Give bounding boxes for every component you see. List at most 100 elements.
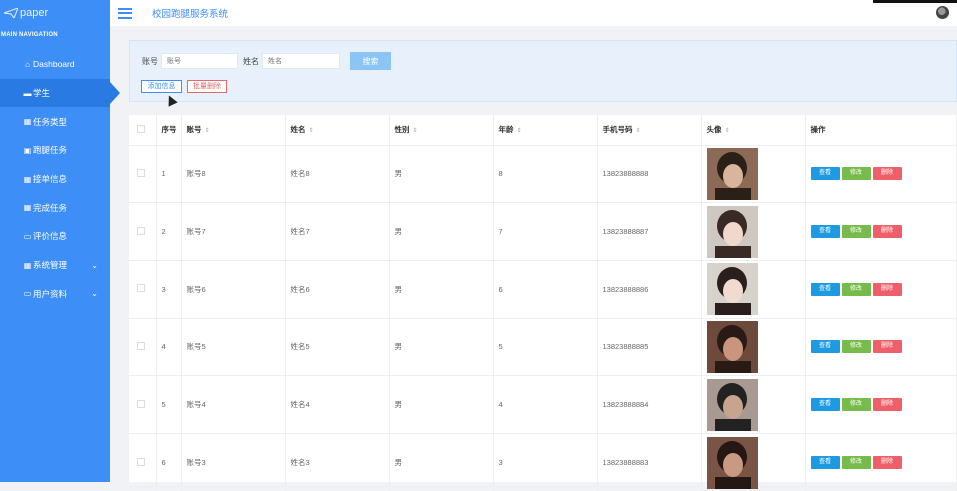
sidebar-item[interactable]: ⌂ Dashboard [0,50,110,79]
delete-button[interactable]: 删除 [872,225,902,239]
checkbox-cell [129,202,157,261]
sort-icon: ⇕ [308,128,314,135]
account-search-input[interactable] [161,53,238,69]
row-checkbox[interactable] [137,341,145,350]
sidebar-item[interactable]: ▦ 任务类型 [0,107,110,136]
add-button[interactable]: 添加信息 [141,80,182,93]
house-icon: ⌂ [25,59,30,69]
sidebar-item-label: 完成任务 [33,202,68,213]
checkbox-cell [129,144,157,203]
row-checkbox[interactable] [137,168,145,177]
cell-actions: 查看 修改 删除 [805,317,957,376]
name-search-input[interactable] [262,53,340,69]
view-button[interactable]: 查看 [810,340,840,354]
row-checkbox[interactable] [137,284,145,293]
cell-age: 4 [493,375,598,434]
checkbox-cell [129,259,157,319]
cell-account: 账号6 [181,259,286,319]
sidebar-item[interactable]: ▭ 评价信息 [0,222,110,251]
table-row: 4 账号5 姓名5 男 5 13823888885 查看 修改 删除 [129,317,957,376]
view-button[interactable]: 查看 [810,282,840,296]
edit-button[interactable]: 修改 [841,225,871,239]
grid-icon: ▦ [23,203,32,213]
view-button[interactable]: 查看 [810,456,840,470]
view-button[interactable]: 查看 [810,167,840,181]
table-row: 1 账号8 姓名8 男 8 13823888888 查看 修改 删除 [129,144,957,203]
grid-icon: ▦ [23,117,32,127]
grid-icon: ▦ [23,260,32,270]
cell-index: 3 [156,259,182,319]
delete-button[interactable]: 删除 [872,167,902,181]
avatar-photo [706,378,758,431]
search-button[interactable]: 搜索 [350,52,391,70]
cell-actions: 查看 修改 删除 [805,375,957,434]
col-header-sortable[interactable]: 账号 ⇕ [181,115,286,145]
sort-icon: ⇕ [724,128,730,135]
logo[interactable]: paper [0,0,110,26]
chevron-down-icon: ⌄ [91,289,98,299]
delete-button[interactable]: 删除 [872,282,902,296]
sidebar-item[interactable]: ▦ 系统管理 ⌄ [0,251,110,280]
sidebar-item[interactable]: ▦ 接单信息 [0,165,110,194]
cell-index: 1 [156,144,182,203]
cell-avatar [701,375,806,434]
cell-actions: 查看 修改 删除 [805,202,957,261]
cell-avatar [701,259,806,319]
sidebar-item[interactable]: ▬ 学生 [0,78,120,108]
col-header-sortable[interactable]: 年龄 ⇕ [493,115,598,145]
user-avatar[interactable] [936,6,949,19]
sidebar-item-label: 系统管理 [33,260,68,271]
monitor-icon: ▬ [23,88,32,98]
cell-phone: 13823888884 [597,375,702,434]
cell-phone: 13823888885 [597,317,702,376]
sort-icon: ⇕ [412,128,418,135]
col-header-sortable[interactable]: 头像 ⇕ [701,115,806,145]
cell-avatar [701,432,806,491]
folder-icon: ▭ [23,289,32,299]
nav-list: ⌂ Dashboard ▬ 学生 ▦ 任务类型 ▣ 跑腿任务 ▦ 接单信息 ▦ 完成任务 ▭ 评价信息 ▦ 系… [0,50,120,309]
avatar-photo [706,147,758,200]
delete-button[interactable]: 删除 [872,340,902,354]
cell-gender: 男 [389,432,494,491]
checkbox-cell [129,375,157,434]
view-button[interactable]: 查看 [810,225,840,239]
cell-phone: 13823888887 [597,202,702,261]
paper-plane-icon [4,8,18,18]
sidebar-item[interactable]: ▦ 完成任务 [0,193,110,222]
edit-button[interactable]: 修改 [841,398,871,412]
sidebar-item-label: 评价信息 [33,231,68,242]
avatar-photo [706,436,758,489]
sidebar-item[interactable]: ▣ 跑腿任务 [0,136,110,165]
edit-button[interactable]: 修改 [841,340,871,354]
edit-button[interactable]: 修改 [841,167,871,181]
name-label: 姓名 [243,57,259,66]
select-all-checkbox[interactable] [137,124,145,133]
sidebar-item[interactable]: ▭ 用户资料 ⌄ [0,280,110,309]
cell-account: 账号4 [181,375,286,434]
cell-actions: 查看 修改 删除 [805,259,957,319]
batch-delete-button[interactable]: 批量删除 [187,80,227,93]
row-checkbox[interactable] [137,399,145,408]
sidebar-item-label: 跑腿任务 [33,145,68,156]
row-checkbox[interactable] [137,457,145,466]
row-checkbox[interactable] [137,226,145,235]
nav-heading: MAIN NAVIGATION [1,32,58,38]
edit-button[interactable]: 修改 [841,456,871,470]
edit-button[interactable]: 修改 [841,282,871,296]
cell-gender: 男 [389,317,494,376]
cell-age: 7 [493,202,598,261]
top-bar: 校园跑腿服务系统 [110,0,957,26]
cell-index: 6 [156,432,182,491]
sort-icon: ⇕ [635,128,641,135]
avatar-photo [706,263,758,316]
hamburger-menu-icon[interactable] [118,7,132,19]
col-header-sortable[interactable]: 性别 ⇕ [389,115,494,145]
delete-button[interactable]: 删除 [872,456,902,470]
col-header-sortable[interactable]: 姓名 ⇕ [285,115,390,145]
view-button[interactable]: 查看 [810,398,840,412]
system-title: 校园跑腿服务系统 [152,9,229,20]
col-header-sortable[interactable]: 手机号码 ⇕ [597,115,702,145]
sort-icon: ⇕ [516,128,522,135]
delete-button[interactable]: 删除 [872,398,902,412]
sidebar: paper MAIN NAVIGATION ⌂ Dashboard ▬ 学生 ▦ 任务类型… [0,0,120,482]
